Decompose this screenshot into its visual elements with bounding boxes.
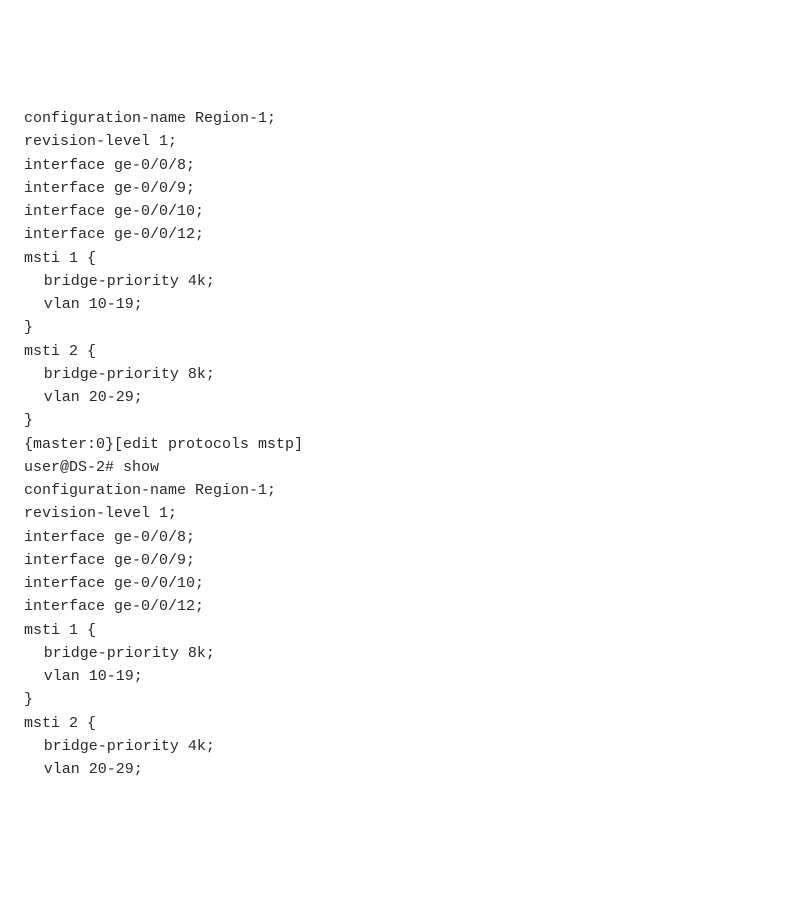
config-line: vlan 10-19; [24,293,785,316]
config-line: {master:0}[edit protocols mstp] [24,433,785,456]
config-line: interface ge-0/0/10; [24,200,785,223]
config-line: configuration-name Region-1; [24,479,785,502]
config-line: msti 1 { [24,247,785,270]
config-line: vlan 20-29; [24,386,785,409]
config-line: vlan 10-19; [24,665,785,688]
config-line: revision-level 1; [24,130,785,153]
config-output: configuration-name Region-1;revision-lev… [24,107,785,781]
config-line: interface ge-0/0/9; [24,549,785,572]
config-line: bridge-priority 8k; [24,363,785,386]
config-line: configuration-name Region-1; [24,107,785,130]
config-line: bridge-priority 4k; [24,270,785,293]
config-line: revision-level 1; [24,502,785,525]
config-line: msti 2 { [24,340,785,363]
config-line: interface ge-0/0/9; [24,177,785,200]
config-line: interface ge-0/0/12; [24,595,785,618]
config-line: bridge-priority 8k; [24,642,785,665]
config-line: bridge-priority 4k; [24,735,785,758]
config-line: } [24,316,785,339]
config-line: interface ge-0/0/8; [24,526,785,549]
config-line: interface ge-0/0/12; [24,223,785,246]
config-line: } [24,409,785,432]
config-line: interface ge-0/0/10; [24,572,785,595]
config-line: user@DS-2# show [24,456,785,479]
config-line: msti 2 { [24,712,785,735]
config-line: interface ge-0/0/8; [24,154,785,177]
config-line: } [24,688,785,711]
config-line: msti 1 { [24,619,785,642]
config-line: vlan 20-29; [24,758,785,781]
